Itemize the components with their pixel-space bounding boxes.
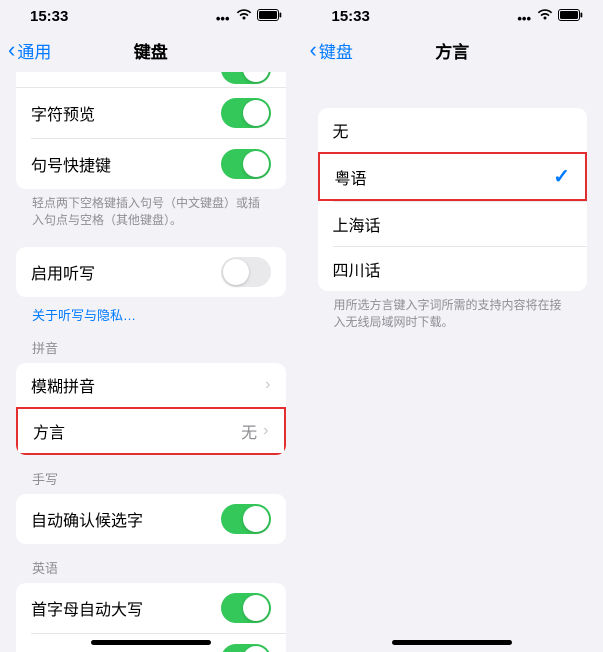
option-label: 四川话 <box>333 257 573 281</box>
row-dictation[interactable]: 启用听写 <box>16 247 286 297</box>
wifi-icon <box>537 9 553 24</box>
row-fuzzy-pinyin[interactable]: 模糊拼音 › <box>16 363 286 407</box>
toggle[interactable] <box>221 149 271 179</box>
page-title: 方言 <box>435 38 469 63</box>
footer-note: 用所选方言键入字词所需的支持内容将在接入无线局域网时下载。 <box>302 291 603 331</box>
nav-bar: ‹ 通用 键盘 <box>0 28 302 72</box>
option-label: 无 <box>333 118 573 142</box>
chevron-left-icon: ‹ <box>8 39 15 61</box>
row-period-shortcut[interactable]: 句号快捷键 <box>31 138 286 189</box>
row-label: 模糊拼音 <box>31 373 265 397</box>
cellular-icon: ••• <box>216 11 230 22</box>
option-cantonese[interactable]: 粤语 ✓ <box>318 152 588 201</box>
status-time: 15:33 <box>332 8 370 25</box>
settings-group-top: 字符预览 句号快捷键 <box>16 72 286 189</box>
option-shanghainese[interactable]: 上海话 <box>333 201 588 246</box>
section-header-english: 英语 <box>0 544 302 583</box>
toggle[interactable] <box>221 257 271 287</box>
row-value: 无 <box>241 419 263 443</box>
privacy-link[interactable]: 关于听写与隐私… <box>0 297 302 324</box>
section-header-handwrite: 手写 <box>0 455 302 494</box>
row-label: 方言 <box>33 419 241 443</box>
checkmark-icon: ✓ <box>553 164 570 189</box>
home-indicator[interactable] <box>392 640 512 645</box>
back-label: 键盘 <box>319 38 353 63</box>
status-bar: 15:33 ••• <box>302 0 603 28</box>
back-button[interactable]: ‹ 键盘 <box>310 38 353 63</box>
partial-row <box>16 72 286 88</box>
row-autocap[interactable]: 首字母自动大写 <box>16 583 286 633</box>
option-label: 上海话 <box>333 212 573 236</box>
status-right: ••• <box>216 9 282 24</box>
cellular-icon: ••• <box>517 11 531 22</box>
option-sichuan[interactable]: 四川话 <box>333 246 588 291</box>
row-label: 自动确认候选字 <box>31 507 221 531</box>
home-indicator[interactable] <box>91 640 211 645</box>
settings-group-handwrite: 自动确认候选字 <box>16 494 286 544</box>
toggle[interactable] <box>221 504 271 534</box>
page-title: 键盘 <box>134 38 168 63</box>
settings-group-pinyin: 模糊拼音 › 方言 无 › <box>16 363 286 455</box>
row-label: 启用听写 <box>31 260 221 284</box>
row-label: 首字母自动大写 <box>31 596 221 620</box>
battery-icon <box>558 9 583 24</box>
toggle[interactable] <box>221 72 271 84</box>
section-header-pinyin: 拼音 <box>0 324 302 363</box>
row-label: 检查拼写 <box>31 647 221 652</box>
toggle[interactable] <box>221 98 271 128</box>
option-none[interactable]: 无 <box>318 108 588 152</box>
chevron-right-icon: › <box>263 422 268 440</box>
chevron-right-icon: › <box>265 376 270 394</box>
row-char-preview[interactable]: 字符预览 <box>16 88 286 138</box>
toggle[interactable] <box>221 644 271 652</box>
row-auto-confirm[interactable]: 自动确认候选字 <box>16 494 286 544</box>
row-label: 字符预览 <box>31 101 221 125</box>
status-bar: 15:33 ••• <box>0 0 302 28</box>
footer-note: 轻点两下空格键插入句号（中文键盘）或插入句点与空格（其他键盘）。 <box>0 189 302 229</box>
toggle[interactable] <box>221 593 271 623</box>
chevron-left-icon: ‹ <box>310 39 317 61</box>
nav-bar: ‹ 键盘 方言 <box>302 28 603 72</box>
row-label: 句号快捷键 <box>31 152 221 176</box>
status-time: 15:33 <box>30 8 68 25</box>
battery-icon <box>257 9 282 24</box>
settings-group-dictation: 启用听写 <box>16 247 286 297</box>
row-dialect[interactable]: 方言 无 › <box>16 407 286 455</box>
dialect-options-group: 无 粤语 ✓ 上海话 四川话 <box>318 108 588 291</box>
back-label: 通用 <box>17 38 51 63</box>
status-right: ••• <box>517 9 583 24</box>
back-button[interactable]: ‹ 通用 <box>8 38 51 63</box>
option-label: 粤语 <box>335 165 554 189</box>
wifi-icon <box>236 9 252 24</box>
